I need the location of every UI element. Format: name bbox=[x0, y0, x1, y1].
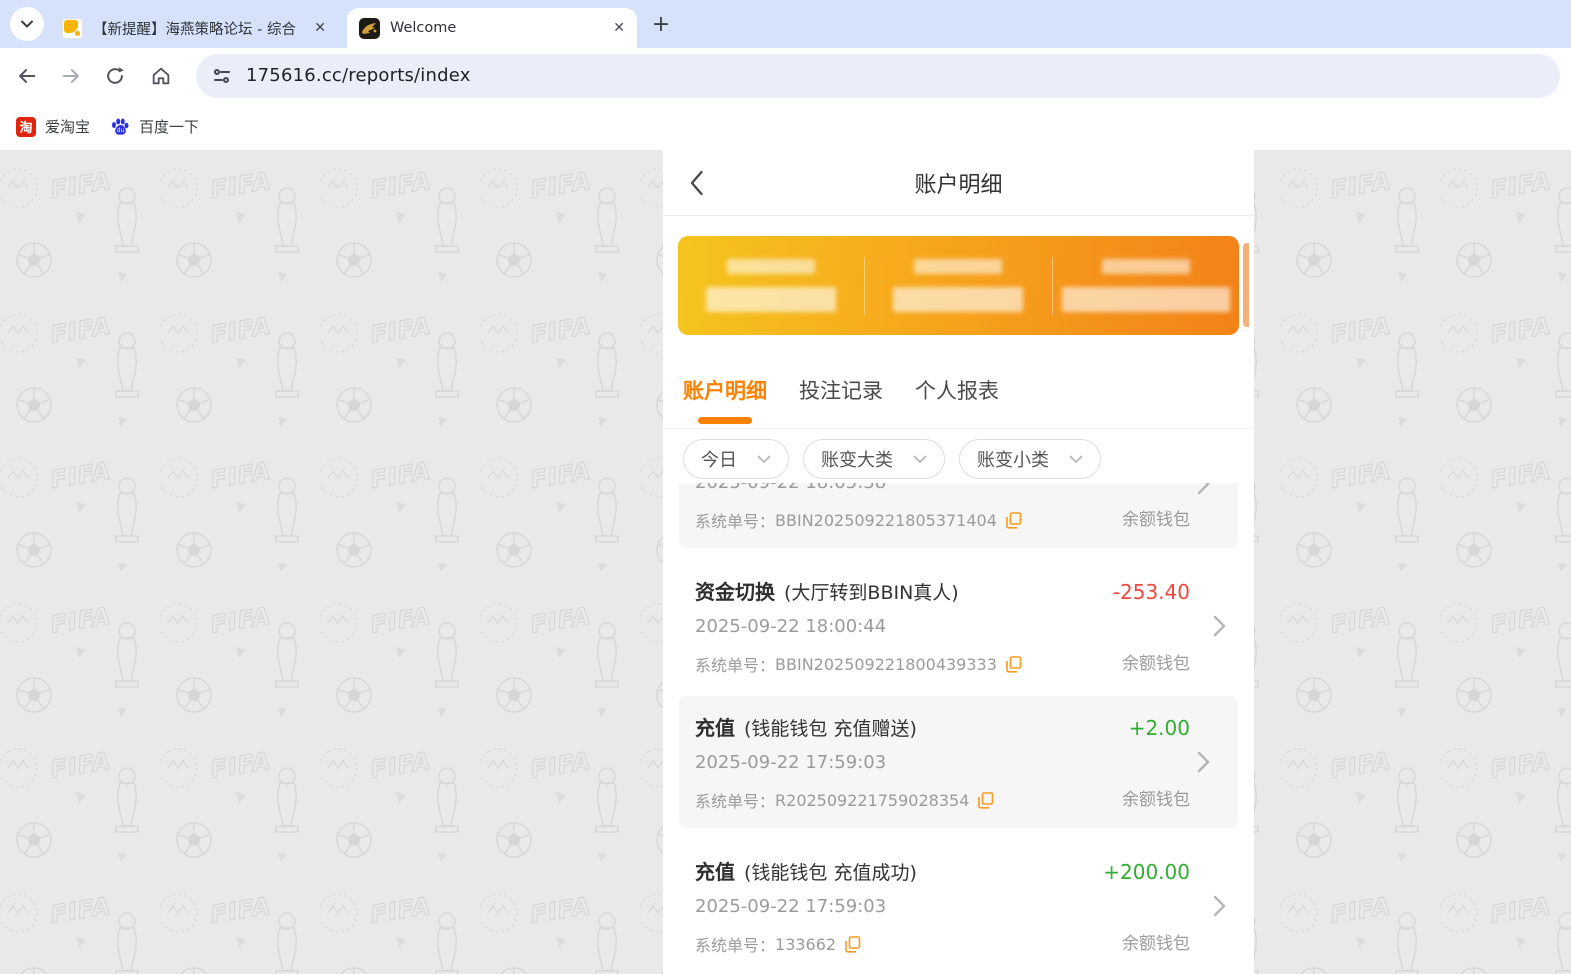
home-icon[interactable] bbox=[150, 65, 172, 87]
chevron-right-icon bbox=[1213, 615, 1226, 641]
filter-date-dropdown[interactable]: 今日 bbox=[683, 439, 789, 479]
browser-toolbar: 175616.cc/reports/index bbox=[0, 48, 1571, 103]
taobao-icon: 淘 bbox=[16, 116, 36, 137]
chevron-right-icon bbox=[1197, 483, 1210, 499]
gold-dragon-favicon-icon bbox=[359, 17, 380, 39]
browser-tab-strip: 【新提醒】海燕策略论坛 - 综合 ✕ Welcome ✕ + bbox=[0, 0, 1571, 48]
tx-amount: +200.00 bbox=[1103, 860, 1190, 884]
filter-major-category-dropdown[interactable]: 账变大类 bbox=[803, 439, 945, 479]
url-text[interactable]: 175616.cc/reports/index bbox=[246, 65, 471, 86]
redacted-label bbox=[914, 259, 1003, 274]
tab-bet-records[interactable]: 投注记录 bbox=[799, 375, 883, 428]
redacted-value bbox=[706, 287, 837, 312]
bookmark-label: 爱淘宝 bbox=[45, 118, 91, 136]
reload-icon[interactable] bbox=[104, 65, 126, 87]
tx-order-label: 系统单号： bbox=[695, 656, 776, 675]
app-column: 账户明细 账户明细 投注记录 个人报表 今日 账变大类 账变小类 系统单号： B… bbox=[663, 150, 1254, 974]
bookmarks-bar: 淘 爱淘宝 du 百度一下 bbox=[0, 103, 1571, 150]
section-tabs: 账户明细 投注记录 个人报表 bbox=[663, 355, 1254, 429]
chevron-down-icon bbox=[1069, 455, 1083, 463]
tab-label: 个人报表 bbox=[915, 379, 999, 403]
balance-stat-redacted bbox=[678, 259, 864, 312]
close-tab-icon[interactable]: ✕ bbox=[314, 21, 326, 35]
transaction-list[interactable]: 2025-09-22 18:05:38 系统单号： BBIN2025092218… bbox=[663, 483, 1254, 974]
tx-order-label: 系统单号： bbox=[695, 792, 776, 811]
chevron-down-icon bbox=[757, 455, 771, 463]
browser-tab-welcome[interactable]: Welcome ✕ bbox=[347, 8, 637, 48]
balance-stat-redacted bbox=[1053, 259, 1239, 312]
copy-icon[interactable] bbox=[845, 935, 861, 953]
bookmark-aitaobao[interactable]: 淘 爱淘宝 bbox=[16, 103, 90, 150]
tx-title: 资金切换 bbox=[695, 580, 775, 604]
copy-icon[interactable] bbox=[978, 791, 994, 809]
tab-personal-report[interactable]: 个人报表 bbox=[915, 375, 999, 428]
tx-wallet: 余额钱包 bbox=[1122, 790, 1190, 810]
tx-order-number: 133662 bbox=[775, 934, 837, 954]
url-bar[interactable]: 175616.cc/reports/index bbox=[196, 53, 1560, 98]
tab-account-detail[interactable]: 账户明细 bbox=[683, 375, 767, 428]
forward-icon[interactable] bbox=[60, 65, 82, 87]
back-icon[interactable] bbox=[16, 65, 38, 87]
tx-amount: +2.00 bbox=[1128, 716, 1190, 740]
tx-wallet: 余额钱包 bbox=[1122, 510, 1190, 530]
chevron-right-icon bbox=[1197, 751, 1210, 777]
tab-label: 账户明细 bbox=[683, 379, 767, 403]
chevron-right-icon bbox=[1213, 895, 1226, 921]
bookmark-label: 百度一下 bbox=[139, 118, 200, 136]
chevron-down-icon bbox=[913, 455, 927, 463]
bookmark-baidu[interactable]: du 百度一下 bbox=[110, 103, 199, 150]
filter-label: 今日 bbox=[701, 450, 737, 470]
tab-title: Welcome bbox=[390, 20, 457, 36]
balance-card-carousel bbox=[663, 216, 1254, 355]
site-settings-icon[interactable] bbox=[212, 66, 232, 86]
chevron-down-icon bbox=[21, 20, 33, 28]
transaction-row[interactable]: 2025-09-22 18:05:38 系统单号： BBIN2025092218… bbox=[679, 483, 1238, 548]
redacted-label bbox=[1101, 259, 1190, 274]
tx-amount: -253.40 bbox=[1112, 580, 1190, 604]
tx-subtitle: (大厅转到BBIN真人) bbox=[784, 582, 959, 604]
copy-icon[interactable] bbox=[1006, 511, 1022, 529]
transaction-row[interactable]: 充值 (钱能钱包 充值赠送) 2025-09-22 17:59:03 系统单号： … bbox=[679, 696, 1238, 828]
baidu-paw-icon: du bbox=[112, 118, 129, 135]
tx-subtitle: (钱能钱包 充值赠送) bbox=[744, 718, 917, 740]
close-tab-icon[interactable]: ✕ bbox=[613, 21, 625, 35]
page-title: 账户明细 bbox=[914, 173, 1003, 198]
filter-minor-category-dropdown[interactable]: 账变小类 bbox=[959, 439, 1101, 479]
new-tab-button[interactable]: + bbox=[648, 11, 674, 37]
tx-wallet: 余额钱包 bbox=[1122, 654, 1190, 674]
tx-order-number: R202509221759028354 bbox=[775, 790, 970, 810]
tab-label: 投注记录 bbox=[799, 379, 883, 403]
redacted-value bbox=[893, 287, 1024, 312]
tx-datetime: 2025-09-22 17:59:03 bbox=[695, 752, 887, 773]
filter-label: 账变大类 bbox=[821, 450, 893, 470]
balance-stat-redacted bbox=[865, 259, 1051, 312]
tx-order-number: BBIN202509221805371404 bbox=[775, 510, 997, 530]
filter-bar: 今日 账变大类 账变小类 bbox=[663, 429, 1254, 483]
transaction-row[interactable]: 充值 (钱能钱包 充值成功) 2025-09-22 17:59:03 系统单号： … bbox=[663, 840, 1254, 972]
tx-title: 充值 bbox=[695, 860, 735, 884]
tx-order-number: BBIN202509221800439333 bbox=[775, 654, 997, 674]
browser-tab-forum[interactable]: 【新提醒】海燕策略论坛 - 综合 ✕ bbox=[50, 8, 338, 48]
tx-order-label: 系统单号： bbox=[695, 936, 776, 955]
tab-title: 【新提醒】海燕策略论坛 - 综合 bbox=[93, 21, 296, 38]
balance-card[interactable] bbox=[678, 236, 1239, 335]
tx-order-label: 系统单号： bbox=[695, 512, 776, 531]
next-card-peek bbox=[1243, 243, 1249, 327]
redacted-value bbox=[1061, 287, 1230, 312]
tx-wallet: 余额钱包 bbox=[1122, 934, 1190, 954]
web-page: FIFA bbox=[0, 150, 1571, 974]
svg-text:du: du bbox=[117, 127, 125, 134]
filter-label: 账变小类 bbox=[977, 450, 1049, 470]
redacted-label bbox=[727, 259, 816, 274]
forum-favicon-icon bbox=[62, 17, 83, 39]
copy-icon[interactable] bbox=[1006, 655, 1022, 673]
tx-title: 充值 bbox=[695, 716, 735, 740]
tab-search-button[interactable] bbox=[10, 7, 44, 41]
app-header: 账户明细 bbox=[663, 150, 1254, 216]
tx-datetime: 2025-09-22 18:05:38 bbox=[695, 483, 1190, 496]
transaction-row[interactable]: 资金切换 (大厅转到BBIN真人) 2025-09-22 18:00:44 系统单… bbox=[663, 560, 1254, 692]
tx-subtitle: (钱能钱包 充值成功) bbox=[744, 862, 917, 884]
active-tab-underline bbox=[698, 417, 752, 424]
